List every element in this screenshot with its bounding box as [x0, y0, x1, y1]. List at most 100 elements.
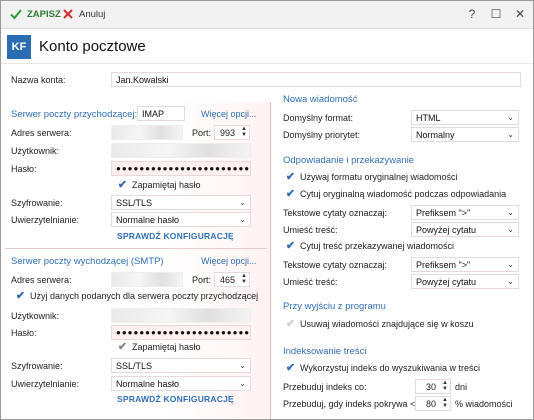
forward-place-text-label: Umieść treść: — [283, 277, 338, 287]
rebuild-coverage-label: Przebuduj, gdy indeks pokrywa < — [283, 399, 416, 409]
spinner-arrows-icon[interactable]: ▲ ▼ — [442, 397, 448, 409]
incoming-port-value: 993 — [219, 128, 235, 138]
use-original-format-checkbox[interactable]: ✔ Używaj formatu oryginalnej wiadomości — [285, 171, 458, 183]
check-icon: ✔ — [117, 341, 128, 353]
outgoing-auth-value: Normalne hasło — [116, 379, 180, 389]
outgoing-server-title: Serwer poczty wychodzącej (SMTP) — [11, 256, 164, 267]
on-exit-title: Przy wyjściu z programu — [283, 301, 386, 312]
outgoing-address-input[interactable] — [111, 272, 183, 287]
forward-quote-mark-value: Prefiksem ">" — [416, 260, 471, 270]
close-icon — [61, 7, 75, 21]
check-icon: ✔ — [285, 171, 296, 183]
dialog-header: KF Konto pocztowe — [1, 30, 533, 64]
outgoing-auth-label: Uwierzytelnianie: — [11, 379, 80, 389]
outgoing-encryption-select[interactable]: SSL/TLS ⌄ — [111, 358, 251, 373]
chevron-down-icon: ⌄ — [507, 113, 514, 122]
default-priority-value: Normalny — [416, 130, 455, 140]
section-divider — [5, 248, 267, 249]
incoming-password-label: Hasło: — [11, 164, 37, 174]
chevron-down-icon: ⌄ — [239, 361, 246, 370]
default-priority-select[interactable]: Normalny ⌄ — [411, 127, 519, 142]
rebuild-coverage-stepper[interactable]: 80 ▲ ▼ — [415, 396, 451, 411]
use-incoming-label: Użyj danych podanych dla serwera poczty … — [30, 290, 259, 301]
incoming-port-label: Port: — [192, 128, 212, 138]
indexing-title: Indeksowanie treści — [283, 346, 367, 357]
incoming-protocol[interactable]: IMAP — [137, 106, 185, 121]
page-title: Konto pocztowe — [39, 38, 146, 55]
check-icon: ✔ — [117, 179, 128, 191]
chevron-down-icon: ⌄ — [239, 215, 246, 224]
incoming-check-config-link[interactable]: SPRAWDŹ KONFIGURACJĘ — [117, 231, 234, 241]
spinner-arrows-icon[interactable]: ▲ ▼ — [442, 380, 448, 392]
chevron-down-icon: ⌄ — [507, 130, 514, 139]
default-format-label: Domyślny format: — [283, 113, 354, 123]
place-text-label: Umieść treść: — [283, 225, 338, 235]
outgoing-password-label: Hasło: — [11, 328, 37, 338]
account-name-input[interactable]: Jan.Kowalski — [111, 72, 521, 87]
chevron-down-icon: ⌄ — [239, 379, 246, 388]
incoming-auth-label: Uwierzytelnianie: — [11, 215, 80, 225]
outgoing-port-label: Port: — [192, 275, 212, 285]
incoming-address-label: Adres serwera: — [11, 128, 72, 138]
incoming-auth-value: Normalne hasło — [116, 215, 180, 225]
quote-forwarded-checkbox[interactable]: ✔ Cytuj treść przekazywanej wiadomości — [285, 240, 455, 252]
use-index-checkbox[interactable]: ✔ Wykorzystuj indeks do wyszukiwania w t… — [285, 362, 480, 374]
check-icon: ✔ — [285, 318, 296, 330]
incoming-server-title: Serwer poczty przychodzącej: — [11, 109, 138, 120]
window-close-icon[interactable]: ✕ — [513, 7, 527, 21]
use-original-format-label: Używaj formatu oryginalnej wiadomości — [300, 171, 458, 182]
outgoing-user-input[interactable] — [111, 308, 251, 323]
check-icon: ✔ — [285, 362, 296, 374]
place-text-select[interactable]: Powyżej cytatu ⌄ — [411, 222, 519, 237]
save-button[interactable]: ZAPISZ — [9, 7, 61, 21]
outgoing-password-input[interactable]: ●●●●●●●●●●●●●●●●●●●●●●●●●● — [111, 325, 251, 340]
help-icon[interactable]: ? — [465, 7, 479, 21]
spinner-arrows-icon[interactable]: ▲ ▼ — [241, 273, 247, 285]
delete-trash-checkbox[interactable]: ✔ Usuwaj wiadomości znajdujące się w kos… — [285, 318, 474, 330]
spinner-arrows-icon[interactable]: ▲ ▼ — [241, 126, 247, 138]
outgoing-check-config-link[interactable]: SPRAWDŹ KONFIGURACJĘ — [117, 394, 234, 404]
forward-quote-mark-label: Tekstowe cytaty oznaczaj: — [283, 260, 388, 270]
incoming-encryption-select[interactable]: SSL/TLS ⌄ — [111, 195, 251, 210]
incoming-address-input[interactable] — [111, 125, 183, 140]
forward-place-text-select[interactable]: Powyżej cytatu ⌄ — [411, 274, 519, 289]
chevron-down-icon: ⌄ — [507, 225, 514, 234]
cancel-label: Anuluj — [79, 8, 106, 20]
rebuild-coverage-unit: % wiadomości — [455, 399, 513, 409]
incoming-remember-label: Zapamiętaj hasło — [132, 179, 201, 190]
quote-forwarded-label: Cytuj treść przekazywanej wiadomości — [300, 240, 455, 251]
outgoing-more-options-link[interactable]: Więcej opcji... — [201, 256, 257, 266]
new-message-title: Nowa wiadomość — [283, 94, 358, 105]
incoming-password-input[interactable]: ●●●●●●●●●●●●●●●●●●●●●●●●●● — [111, 161, 251, 176]
rebuild-coverage-value: 80 — [425, 399, 436, 409]
outgoing-address-label: Adres serwera: — [11, 275, 72, 285]
outgoing-remember-label: Zapamiętaj hasło — [132, 341, 201, 352]
incoming-user-input[interactable] — [111, 143, 251, 158]
account-dialog: ZAPISZ Anuluj ? ☐ ✕ KF Konto pocztowe Na… — [0, 0, 534, 420]
outgoing-port-stepper[interactable]: 465 ▲ ▼ — [214, 272, 250, 287]
check-icon: ✔ — [15, 290, 26, 302]
incoming-more-options-link[interactable]: Więcej opcji... — [201, 109, 257, 119]
incoming-remember-checkbox[interactable]: ✔ Zapamiętaj hasło — [117, 179, 201, 191]
use-incoming-checkbox[interactable]: ✔ Użyj danych podanych dla serwera poczt… — [15, 290, 259, 302]
quote-mark-select[interactable]: Prefiksem ">" ⌄ — [411, 205, 519, 220]
place-text-value: Powyżej cytatu — [416, 225, 477, 235]
rebuild-every-stepper[interactable]: 30 ▲ ▼ — [415, 379, 451, 394]
outgoing-auth-select[interactable]: Normalne hasło ⌄ — [111, 376, 251, 391]
incoming-auth-select[interactable]: Normalne hasło ⌄ — [111, 212, 251, 227]
default-format-select[interactable]: HTML ⌄ — [411, 110, 519, 125]
outgoing-encryption-value: SSL/TLS — [116, 361, 153, 371]
outgoing-remember-checkbox[interactable]: ✔ Zapamiętaj hasło — [117, 341, 201, 353]
outgoing-encryption-label: Szyfrowanie: — [11, 361, 63, 371]
forward-quote-mark-select[interactable]: Prefiksem ">" ⌄ — [411, 257, 519, 272]
checkmark-icon — [9, 7, 23, 21]
outgoing-user-label: Użytkownik: — [11, 311, 60, 321]
cancel-button[interactable]: Anuluj — [61, 7, 105, 21]
incoming-port-stepper[interactable]: 993 ▲ ▼ — [214, 125, 250, 140]
chevron-down-icon: ⌄ — [507, 260, 514, 269]
maximize-icon[interactable]: ☐ — [489, 7, 503, 21]
chevron-down-icon: ⌄ — [239, 198, 246, 207]
quote-original-label: Cytuj oryginalną wiadomość podczas odpow… — [300, 188, 507, 199]
forward-place-text-value: Powyżej cytatu — [416, 277, 477, 287]
quote-original-checkbox[interactable]: ✔ Cytuj oryginalną wiadomość podczas odp… — [285, 188, 507, 200]
